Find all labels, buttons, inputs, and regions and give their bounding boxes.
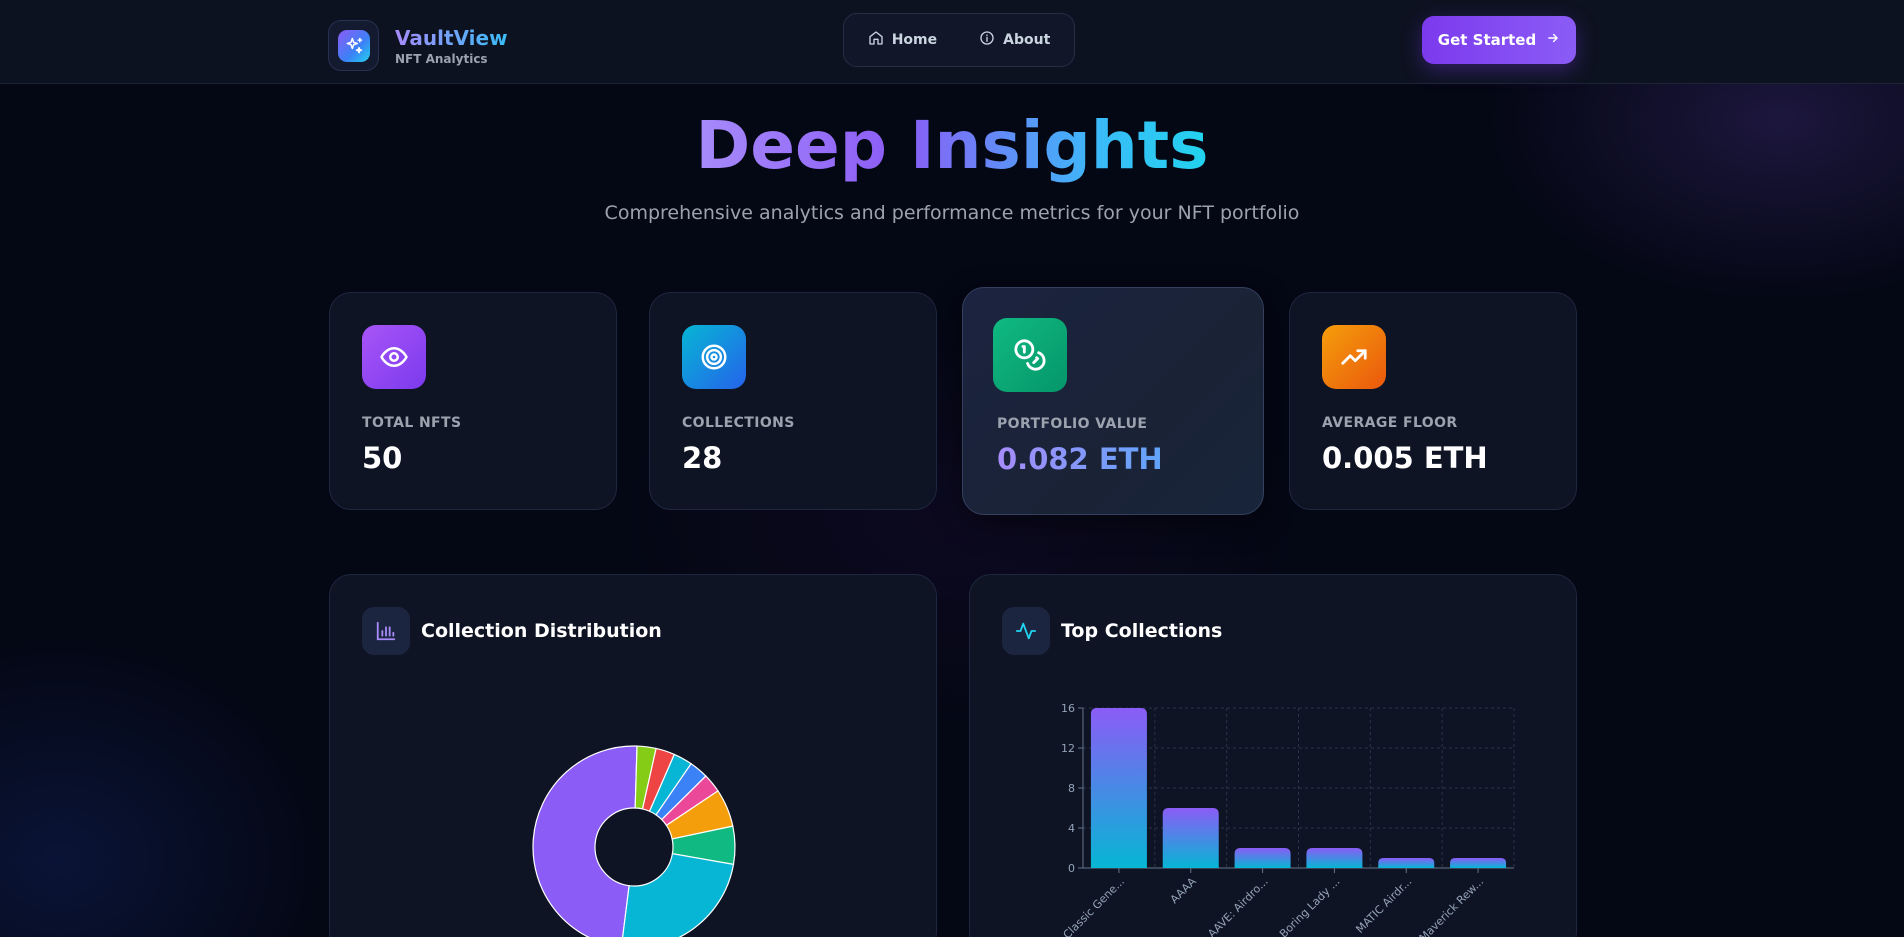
stat-label: AVERAGE FLOOR <box>1322 415 1458 431</box>
x-tick-label: Classic Gene... <box>1061 875 1128 937</box>
donut-slice-8[interactable] <box>621 853 735 937</box>
stat-value: 28 <box>682 441 723 475</box>
nav-link-home[interactable]: Home <box>858 22 947 58</box>
stat-label: COLLECTIONS <box>682 415 795 431</box>
page-subtitle: Comprehensive analytics and performance … <box>604 202 1300 224</box>
stat-card-total-nfts: TOTAL NFTS 50 <box>329 292 617 510</box>
y-tick-label: 16 <box>1061 702 1075 715</box>
y-tick-label: 8 <box>1068 782 1075 795</box>
y-tick-label: 4 <box>1068 822 1075 835</box>
x-tick-label: Maverick Rew... <box>1417 875 1487 937</box>
y-tick-label: 0 <box>1068 862 1075 875</box>
panel-top-collections: Top Collections 0 4 8 12 16 Classic Gene... AA… <box>969 574 1577 937</box>
stat-label: TOTAL NFTS <box>362 415 462 431</box>
sparkles-icon <box>337 29 370 62</box>
panel-collection-distribution: Collection Distribution <box>329 574 937 937</box>
x-tick-label: Boring Lady ... <box>1277 875 1343 937</box>
nav-link-label: About <box>1003 32 1051 48</box>
trending-up-icon <box>1322 325 1386 389</box>
donut-slice-0[interactable] <box>532 745 638 937</box>
distribution-donut-chart <box>532 745 736 937</box>
arrow-right-icon <box>1546 31 1560 49</box>
navbar: VaultView NFT Analytics Home About Get S… <box>0 0 1904 84</box>
coins-icon <box>993 318 1067 392</box>
x-tick-label: AAVE: Airdro... <box>1205 875 1270 937</box>
brand[interactable]: VaultView NFT Analytics <box>328 20 508 71</box>
get-started-button[interactable]: Get Started <box>1422 16 1576 64</box>
x-tick-label: MATIC Airdr... <box>1353 875 1414 936</box>
bar-1[interactable] <box>1162 808 1219 868</box>
stat-value: 0.082 ETH <box>997 442 1163 476</box>
page-title: Deep Insights <box>695 107 1209 184</box>
x-tick-label: AAAA <box>1168 875 1199 906</box>
brand-tagline: NFT Analytics <box>395 51 488 66</box>
brand-logo <box>328 20 379 71</box>
home-icon <box>868 30 884 50</box>
bar-0[interactable] <box>1090 708 1147 868</box>
stat-label: PORTFOLIO VALUE <box>997 416 1148 432</box>
stat-card-portfolio-value: PORTFOLIO VALUE 0.082 ETH <box>962 287 1264 515</box>
stat-value: 0.005 ETH <box>1322 441 1488 475</box>
bar-3[interactable] <box>1306 848 1363 868</box>
main-nav: Home About <box>843 13 1075 67</box>
stat-card-collections: COLLECTIONS 28 <box>649 292 937 510</box>
y-tick-label: 12 <box>1061 742 1075 755</box>
bar-4[interactable] <box>1378 858 1435 868</box>
bar-5[interactable] <box>1450 858 1507 868</box>
stat-card-average-floor: AVERAGE FLOOR 0.005 ETH <box>1289 292 1577 510</box>
nav-link-label: Home <box>891 32 938 48</box>
get-started-label: Get Started <box>1437 31 1537 49</box>
stat-value: 50 <box>362 441 403 475</box>
info-icon <box>979 30 995 50</box>
nav-link-about[interactable]: About <box>969 22 1060 58</box>
target-icon <box>682 325 746 389</box>
eye-icon <box>362 325 426 389</box>
top-collections-bar-chart: 0 4 8 12 16 Classic Gene... AAAA AAVE: Airdro..… <box>1061 702 1515 937</box>
bar-2[interactable] <box>1234 848 1291 868</box>
brand-name: VaultView <box>395 25 508 50</box>
